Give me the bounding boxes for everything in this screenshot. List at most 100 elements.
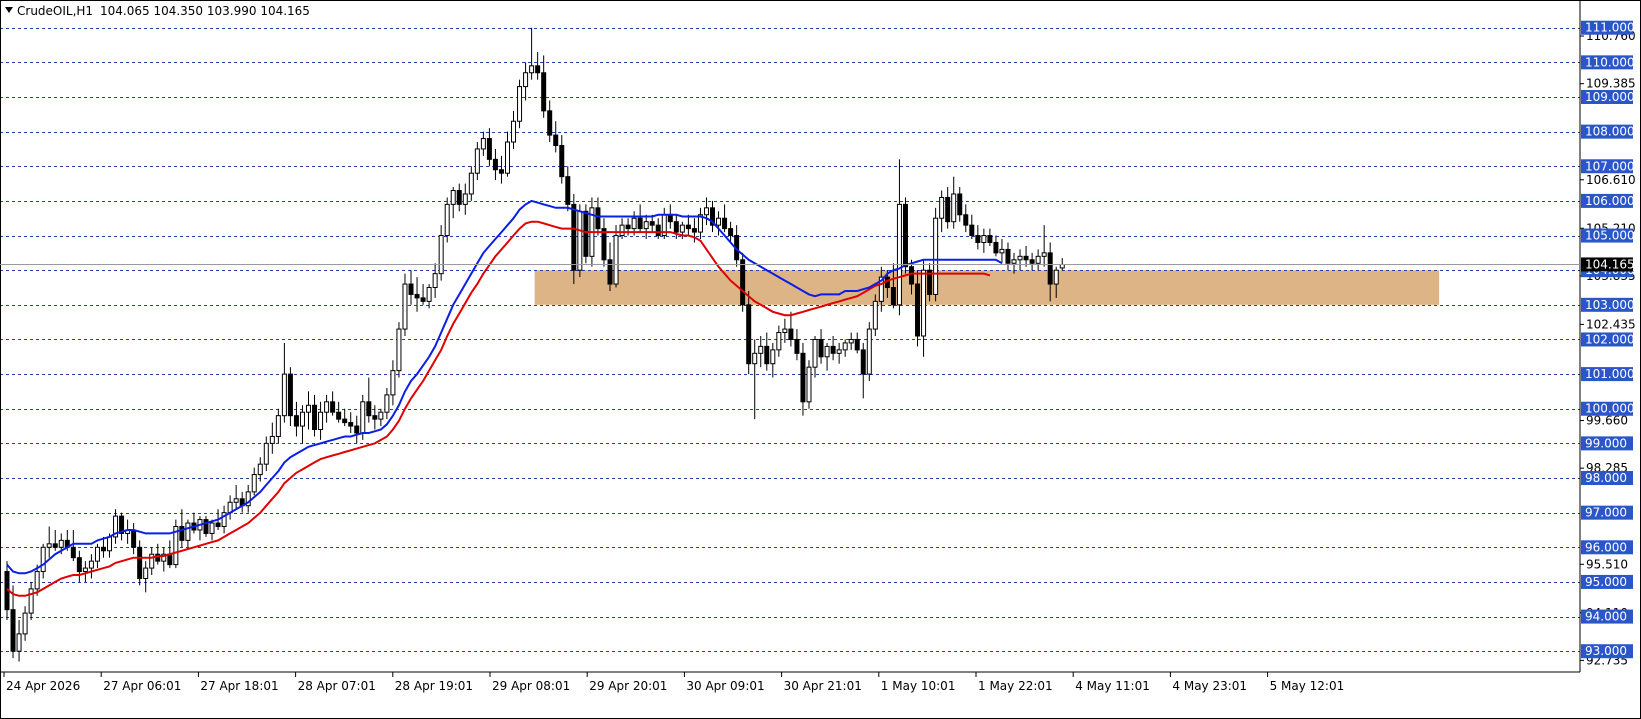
candle-body	[281, 373, 287, 417]
candle-body	[631, 217, 637, 230]
candle-body	[396, 328, 402, 372]
candle-body	[342, 418, 348, 424]
candle-body	[951, 193, 957, 223]
candle-body	[22, 612, 28, 635]
price-level-label: 102.000	[1581, 332, 1635, 347]
price-level-label: 98.000	[1581, 471, 1633, 486]
candle-body	[758, 345, 764, 354]
price-chart[interactable]: 110.760109.385106.610105.210103.835102.4…	[0, 0, 1641, 719]
candle-body	[306, 404, 311, 413]
candle-body	[752, 352, 758, 365]
candle-body	[40, 546, 46, 573]
price-level-label: 101.000	[1581, 367, 1635, 382]
candle-body	[58, 539, 64, 548]
chart-background	[0, 0, 1641, 719]
candle-body	[16, 633, 22, 652]
candle-body	[969, 224, 975, 237]
candle-body	[34, 571, 40, 590]
candle-body	[999, 248, 1005, 254]
candle	[571, 193, 577, 285]
time-tick-label: 24 Apr 2026	[6, 679, 80, 693]
candle-body	[402, 283, 408, 330]
candle-body	[438, 235, 444, 275]
candle-body	[426, 287, 432, 302]
candle-body	[764, 345, 770, 365]
candle-body	[987, 235, 993, 243]
candle-body	[432, 273, 438, 289]
candle-body	[251, 474, 257, 493]
candle-body	[420, 297, 426, 302]
candle-body	[1017, 255, 1023, 261]
candle	[866, 322, 872, 382]
candle-body	[348, 422, 354, 427]
candle-body	[776, 332, 782, 351]
candle-body	[836, 349, 842, 354]
price-level-text: 106.000	[1585, 194, 1635, 208]
candle-body	[782, 328, 788, 334]
candle-body	[800, 352, 806, 403]
candle-body	[637, 217, 643, 230]
candle	[173, 519, 179, 569]
candle-body	[450, 190, 456, 205]
candle-body	[131, 529, 137, 548]
candle-body	[842, 342, 848, 351]
time-tick-label: 1 May 22:01	[978, 679, 1053, 693]
price-level-text: 107.000	[1585, 159, 1635, 173]
candle-body	[76, 557, 82, 573]
candle-body	[818, 338, 824, 358]
candle-body	[975, 235, 981, 243]
candle-body	[673, 221, 679, 233]
candle	[203, 516, 209, 537]
price-level-text: 101.000	[1585, 367, 1635, 381]
candle-body	[565, 176, 571, 205]
candle-body	[324, 401, 330, 413]
candle-body	[336, 411, 342, 420]
candle-body	[480, 138, 486, 150]
candle-body	[263, 442, 269, 465]
price-level-text: 110.000	[1585, 55, 1635, 69]
time-tick-label: 4 May 23:01	[1172, 679, 1247, 693]
candle-body	[287, 373, 293, 417]
candle-body	[511, 120, 517, 143]
candle-body	[848, 338, 854, 344]
candle-body	[728, 228, 734, 237]
candle-body	[902, 203, 908, 268]
candle-body	[504, 141, 510, 174]
candle-body	[691, 228, 697, 233]
candle-body	[1029, 259, 1035, 264]
price-tick-label: 106.610	[1586, 173, 1636, 187]
candle-body	[523, 72, 529, 88]
candle-body	[215, 522, 221, 528]
price-level-label: 107.000	[1581, 159, 1635, 174]
candle-body	[770, 349, 776, 365]
candle-body	[993, 241, 999, 254]
candle-body	[740, 259, 746, 306]
candle-body	[28, 588, 34, 614]
candle-body	[100, 546, 106, 552]
price-level-label: 94.000	[1581, 609, 1633, 624]
candle-body	[583, 210, 589, 257]
candle-body	[275, 415, 281, 437]
candle	[806, 360, 812, 409]
candle-body	[107, 536, 113, 552]
candle-body	[667, 214, 673, 223]
candle-body	[577, 210, 583, 271]
candle-body	[517, 86, 523, 122]
candle-body	[559, 144, 565, 178]
price-level-text: 102.000	[1585, 332, 1635, 346]
candle-body	[788, 328, 794, 340]
candle-body	[625, 224, 631, 230]
time-tick-label: 30 Apr 09:01	[686, 679, 764, 693]
candle-body	[269, 435, 275, 444]
candle-body	[366, 401, 372, 417]
price-level-text: 103.000	[1585, 298, 1635, 312]
candle-body	[354, 425, 360, 434]
price-level-text: 93.000	[1585, 644, 1627, 658]
time-tick-label: 27 Apr 18:01	[200, 679, 278, 693]
price-level-label: 105.000	[1581, 228, 1635, 243]
candle-body	[794, 338, 800, 354]
candle-body	[185, 522, 191, 541]
candle-body	[866, 328, 872, 375]
candle-body	[318, 411, 324, 431]
candle-body	[854, 338, 860, 351]
